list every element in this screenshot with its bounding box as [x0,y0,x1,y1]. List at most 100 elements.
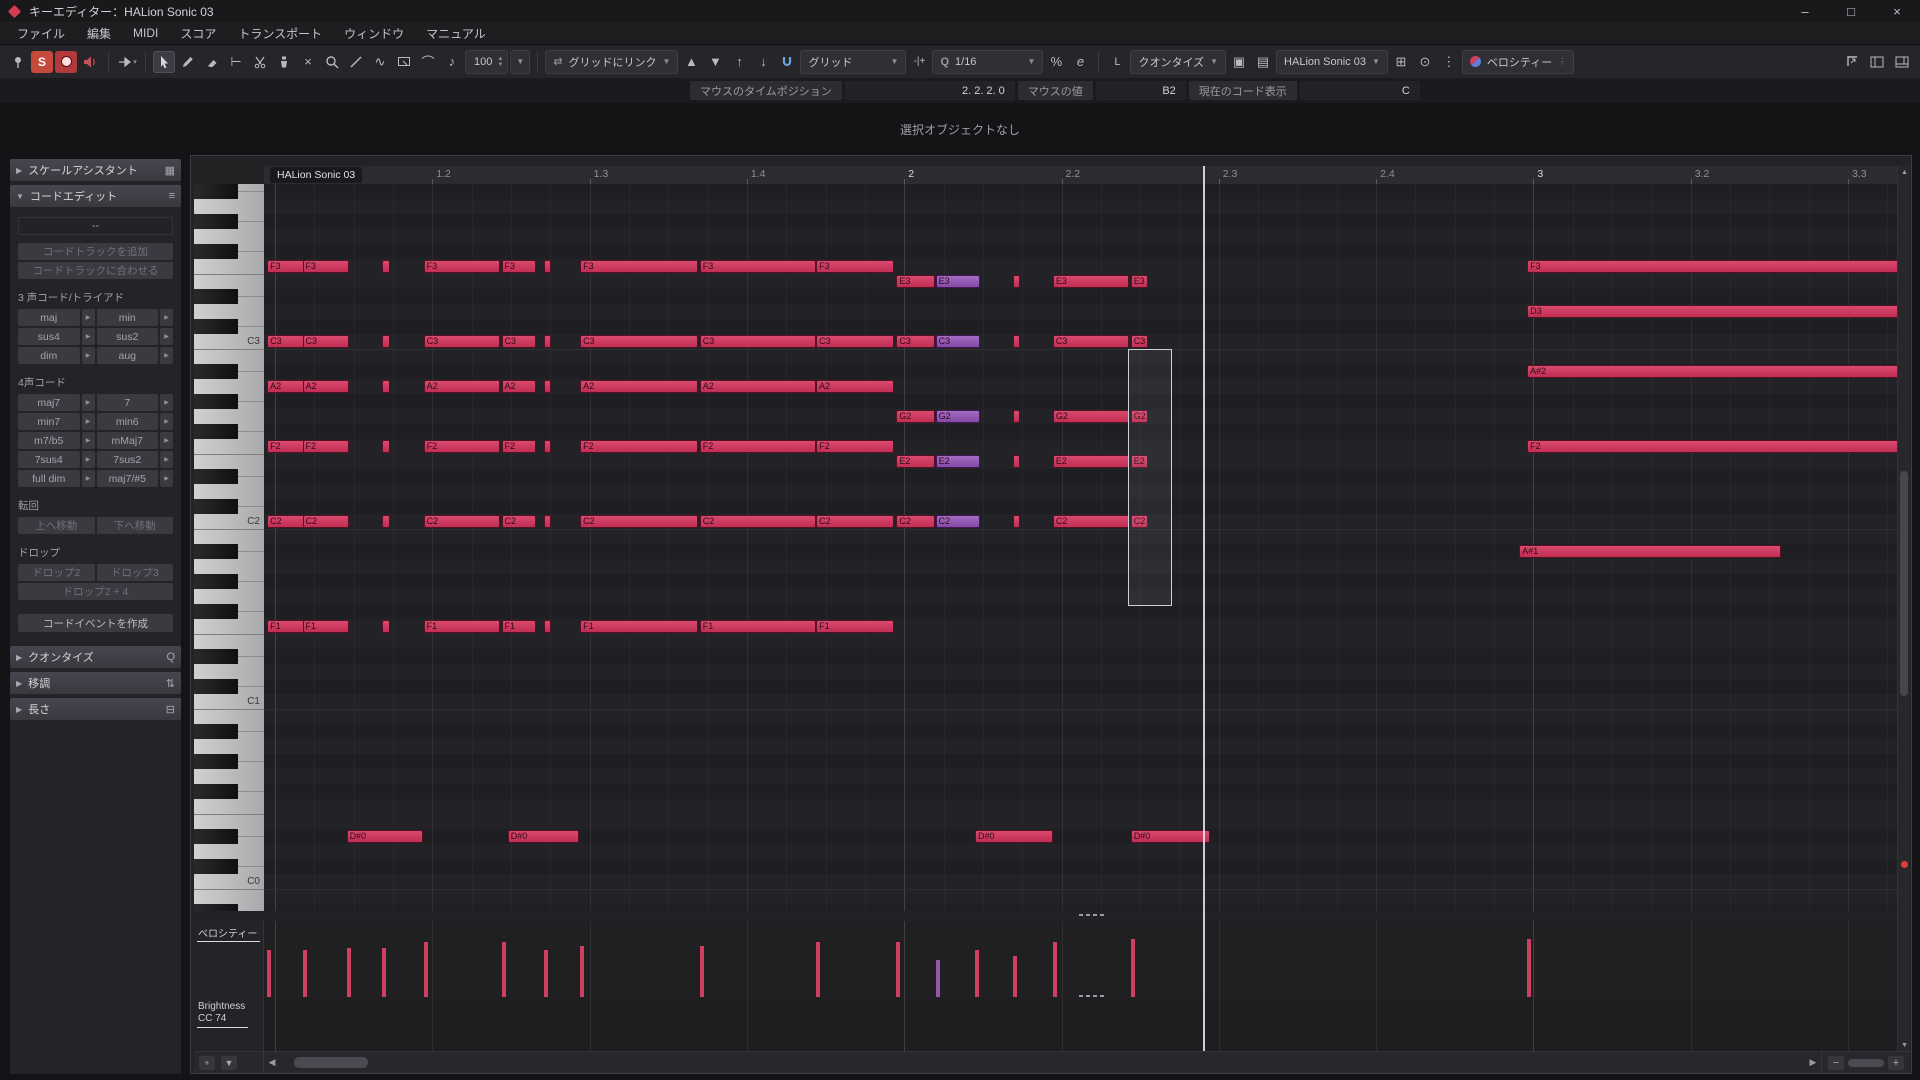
piano-key-black[interactable] [194,604,238,619]
midi-note[interactable] [544,335,551,348]
midi-note[interactable] [544,515,551,528]
piano-key-black[interactable] [194,544,238,559]
mute-tool-button[interactable]: × [297,51,319,73]
velocity-bar[interactable] [382,948,386,998]
snap-magnet-button[interactable] [776,51,798,73]
velocity-bar[interactable] [1013,956,1017,997]
midi-note[interactable]: C2 [502,515,536,528]
chord-fulldim-button[interactable]: full dim [18,470,80,487]
relative-grid-button[interactable]: -|+ [908,51,930,73]
autoscroll-button[interactable]: ▾ [116,51,138,73]
velocity-lane[interactable] [264,921,1897,998]
midi-note[interactable]: C3 [1053,335,1129,348]
chord-min7-button[interactable]: min7 [18,413,80,430]
midi-note[interactable] [382,620,390,633]
midi-note[interactable]: C3 [502,335,536,348]
quantize-link-dropdown[interactable]: クオンタイズ ▼ [1130,50,1226,74]
midi-note[interactable] [382,380,390,393]
piano-key-black[interactable] [194,289,238,304]
midi-note[interactable] [544,620,551,633]
chord-dim-button[interactable]: dim [18,347,80,364]
velocity-bar[interactable] [580,946,584,997]
section-transpose[interactable]: ▶ 移調 ⇅ [10,672,181,694]
piano-key-black[interactable] [194,829,238,844]
warp-tool-button[interactable]: ∿ [369,51,391,73]
midi-note[interactable]: F1 [424,620,500,633]
midi-note[interactable] [1013,275,1020,288]
match-chord-track-button[interactable]: コードトラックに合わせる [18,262,173,279]
drop2-button[interactable]: ドロップ2 [18,564,95,581]
scroll-right-icon[interactable]: ▶ [1805,1052,1821,1073]
acoustic-feedback-button[interactable] [79,51,101,73]
playhead-cursor[interactable] [1203,166,1205,1051]
piano-key-black[interactable] [194,394,238,409]
midi-note[interactable]: F2 [816,440,894,453]
velocity-bar[interactable] [975,950,979,997]
velocity-bar[interactable] [544,950,548,997]
timeline-ruler[interactable]: 1.21.31.422.22.32.433.23.3 [264,166,1897,185]
chord-maj-arrow-icon[interactable]: ▶ [82,309,95,326]
midi-note[interactable]: D3 [1527,305,1897,318]
piano-key-black[interactable] [194,904,238,911]
move-down-inversion-button[interactable]: 下へ移動 [97,517,174,534]
create-chord-event-button[interactable]: コードイベントを作成 [18,614,173,632]
piano-key-black[interactable] [194,184,238,199]
chord-m7b5-arrow-icon[interactable]: ▶ [82,432,95,449]
overflow-menu-icon[interactable]: ⋮ [1438,51,1460,73]
velocity-bar[interactable] [816,942,820,997]
menu-edit[interactable]: 編集 [76,25,122,42]
minimize-button[interactable]: – [1782,0,1828,22]
section-scale-assistant[interactable]: ▶ スケールアシスタント ▦ [10,159,181,181]
midi-note[interactable]: F1 [303,620,349,633]
piano-key-black[interactable] [194,784,238,799]
midi-note[interactable]: G2 [1053,410,1129,423]
chord-sus2-button[interactable]: sus2 [97,328,159,345]
chord-dim-arrow-icon[interactable]: ▶ [82,347,95,364]
chord-sus4-arrow-icon[interactable]: ▶ [82,328,95,345]
midi-note[interactable] [382,335,390,348]
chord-min6-button[interactable]: min6 [97,413,159,430]
midi-note[interactable]: F3 [424,260,500,273]
chord-7-button[interactable]: 7 [97,394,159,411]
menu-score[interactable]: スコア [169,25,227,42]
velocity-bar[interactable] [1527,939,1531,998]
midi-note[interactable]: F1 [580,620,698,633]
midi-note[interactable]: F2 [580,440,698,453]
section-length[interactable]: ▶ 長さ ⊟ [10,698,181,720]
midi-note[interactable] [544,440,551,453]
midi-note[interactable] [544,260,551,273]
midi-note[interactable]: D#0 [347,830,423,843]
chord-maj7s5-button[interactable]: maj7/#5 [97,470,159,487]
menu-file[interactable]: ファイル [6,25,76,42]
trim-tool-button[interactable]: ⊢ [225,51,247,73]
midi-note[interactable]: G2 [896,410,934,423]
velocity-bar[interactable] [700,946,704,997]
quantize-panel-button[interactable]: e [1069,51,1091,73]
chord-7-arrow-icon[interactable]: ▶ [160,394,173,411]
piano-key-black[interactable] [194,319,238,334]
lane-menu-button[interactable]: ▼ [221,1056,237,1070]
scroll-down-icon[interactable]: ▼ [1898,1039,1911,1051]
midi-note[interactable] [382,515,390,528]
midi-note[interactable] [382,260,390,273]
drop2-4-button[interactable]: ドロップ2 + 4 [18,583,173,600]
record-in-editor-button[interactable] [55,51,77,73]
iterative-quantize-button[interactable]: % [1045,51,1067,73]
midi-note[interactable] [382,440,390,453]
draw-tool-button[interactable] [177,51,199,73]
chord-maj-button[interactable]: maj [18,309,80,326]
velocity-bar[interactable] [347,948,351,998]
nudge-start-right-button[interactable]: ▼ [704,51,726,73]
piano-key-black[interactable] [194,364,238,379]
midi-note[interactable]: E3 [936,275,981,288]
section-chord-editing[interactable]: ▼ コードエディット ≡ [10,185,181,207]
midi-note[interactable]: A2 [303,380,349,393]
move-up-button[interactable]: ↑ [728,51,750,73]
midi-note[interactable]: E3 [1131,275,1148,288]
midi-note[interactable]: F3 [502,260,536,273]
midi-note[interactable]: F1 [700,620,816,633]
maximize-button[interactable]: □ [1828,0,1874,22]
midi-note[interactable]: C2 [936,515,981,528]
section-quantize[interactable]: ▶ クオンタイズ Q [10,646,181,668]
piano-key-black[interactable] [194,424,238,439]
